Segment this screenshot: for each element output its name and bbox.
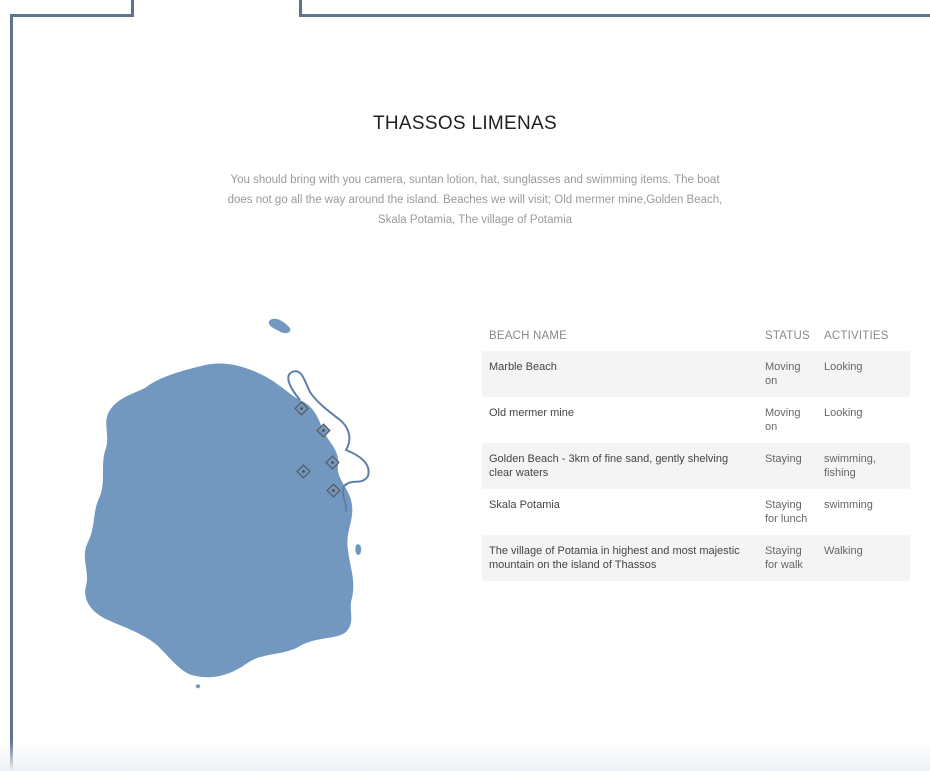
cell-activities: Looking [817,351,910,397]
cell-activities: swimming [824,499,873,511]
header-beach-name: BEACH NAME [489,330,568,342]
table-row: Skala Potamia Staying for lunch swimming [482,489,910,535]
frame-border-top-right [299,14,930,17]
cell-beach-name: Skala Potamia [489,499,560,511]
header-activities: ACTIVITIES [824,330,889,342]
table-header-row: BEACH NAME STATUS ACTIVITIES [482,325,910,351]
cell-activities: Walking [817,535,910,581]
frame-tab-left [131,0,134,17]
frame-tab-right [299,0,302,17]
islet-north [268,318,291,334]
intro-text: You should bring with you camera, suntan… [227,174,723,226]
thassos-map-svg [84,318,370,689]
cell-activities: swimming, fishing [817,443,910,489]
cell-beach-name: Old mermer mine [489,407,574,419]
islet-east [355,544,362,555]
table-row: The village of Potamia in highest and mo… [482,535,910,581]
cell-status: Staying for walk [758,535,817,581]
cell-status: Moving on [758,351,817,397]
table-row: Old mermer mine Moving on Looking [482,397,910,443]
islet-south [195,684,201,689]
cell-beach-name: Marble Beach [482,351,758,397]
cell-beach-name: The village of Potamia in highest and mo… [482,535,758,581]
table-row: Marble Beach Moving on Looking [482,351,910,397]
island-map [0,300,420,700]
page-title: THASSOS LIMENAS [373,113,557,134]
cell-activities: Looking [824,407,863,419]
header-status: STATUS [765,330,810,342]
cell-status: Staying for lunch [765,499,808,525]
bottom-fade [0,741,930,771]
table-row: Golden Beach - 3km of fine sand, gently … [482,443,910,489]
beach-table: BEACH NAME STATUS ACTIVITIES Marble Beac… [482,325,910,581]
island-shape [84,363,354,678]
frame-border-top-left [10,14,134,17]
cell-status: Staying [758,443,817,489]
cell-status: Moving on [765,407,801,433]
cell-beach-name: Golden Beach - 3km of fine sand, gently … [482,443,758,489]
